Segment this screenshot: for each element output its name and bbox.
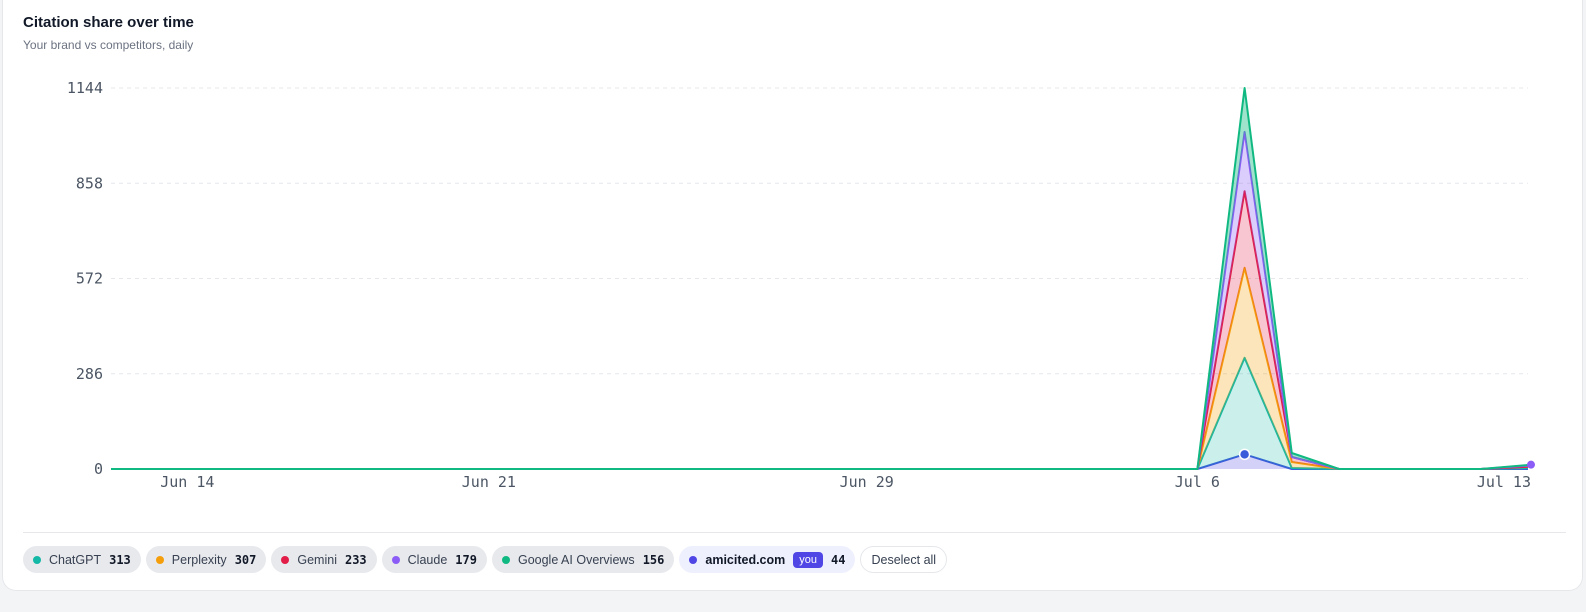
deselect-all-button[interactable]: Deselect all (860, 546, 948, 573)
you-badge: you (793, 551, 824, 568)
x-tick-label: Jul 13 (1477, 473, 1531, 491)
legend-label: Gemini (297, 552, 337, 567)
area-gemini (111, 191, 1528, 469)
legend-item-google-ai-overviews[interactable]: Google AI Overviews 156 (491, 546, 675, 573)
area-claude (111, 132, 1528, 469)
legend-label: Google AI Overviews (517, 552, 635, 567)
x-tick-label: Jun 21 (462, 473, 516, 491)
chatgpt-dot-icon (33, 555, 41, 564)
amicited-dot-icon (689, 555, 698, 564)
legend-item-amicited[interactable]: amicited.com you 44 (679, 546, 856, 573)
legend-total: 44 (831, 552, 846, 567)
legend-item-gemini[interactable]: Gemini 233 (271, 546, 377, 573)
legend-item-perplexity[interactable]: Perplexity 307 (145, 546, 267, 573)
line-gemini (111, 190, 1529, 470)
marker-amicited (1238, 448, 1251, 461)
y-tick-label: 858 (76, 174, 103, 192)
line-perplexity (111, 266, 1529, 470)
perplexity-dot-icon (155, 555, 164, 564)
chart-card: Citation share over time Your brand vs c… (2, 0, 1583, 591)
line-chatgpt (111, 356, 1529, 470)
legend-label: ChatGPT (49, 552, 102, 567)
legend-total: 313 (109, 552, 131, 567)
y-tick-label: 1144 (67, 79, 103, 97)
area-perplexity (111, 267, 1528, 469)
area-chatgpt (111, 357, 1528, 469)
x-tick-label: Jul 6 (1175, 473, 1220, 491)
line-google-ai-overviews (111, 87, 1529, 470)
legend: ChatGPT 313 Perplexity 307 Gemini 233 Cl… (23, 546, 948, 573)
x-tick-label: Jun 29 (840, 473, 894, 491)
y-tick-label: 572 (76, 270, 103, 288)
x-tick-label: Jun 14 (160, 473, 214, 491)
legend-label: amicited.com (705, 552, 786, 567)
legend-total: 179 (455, 552, 477, 567)
legend-total: 156 (642, 552, 665, 567)
legend-label: Perplexity (171, 552, 227, 567)
line-claude (111, 131, 1529, 470)
gemini-dot-icon (281, 555, 290, 564)
legend-total: 233 (344, 552, 367, 567)
y-tick-label: 0 (94, 460, 103, 478)
legend-item-claude[interactable]: Claude 179 (381, 546, 487, 573)
area-google-ai-overviews (111, 88, 1528, 469)
legend-divider (23, 532, 1566, 533)
marker-end (1527, 460, 1535, 469)
claude-dot-icon (391, 555, 400, 564)
y-tick-label: 286 (76, 365, 103, 383)
stacked-area-chart[interactable]: 0 286 572 858 1144 Jun 14 Jun 21 Jun 29 Jul 6 Jul… (3, 0, 1584, 530)
google-ai-overviews-dot-icon (501, 555, 510, 564)
legend-item-chatgpt[interactable]: ChatGPT 313 (23, 546, 141, 573)
legend-total: 307 (234, 552, 257, 567)
legend-label: Claude (407, 552, 448, 567)
